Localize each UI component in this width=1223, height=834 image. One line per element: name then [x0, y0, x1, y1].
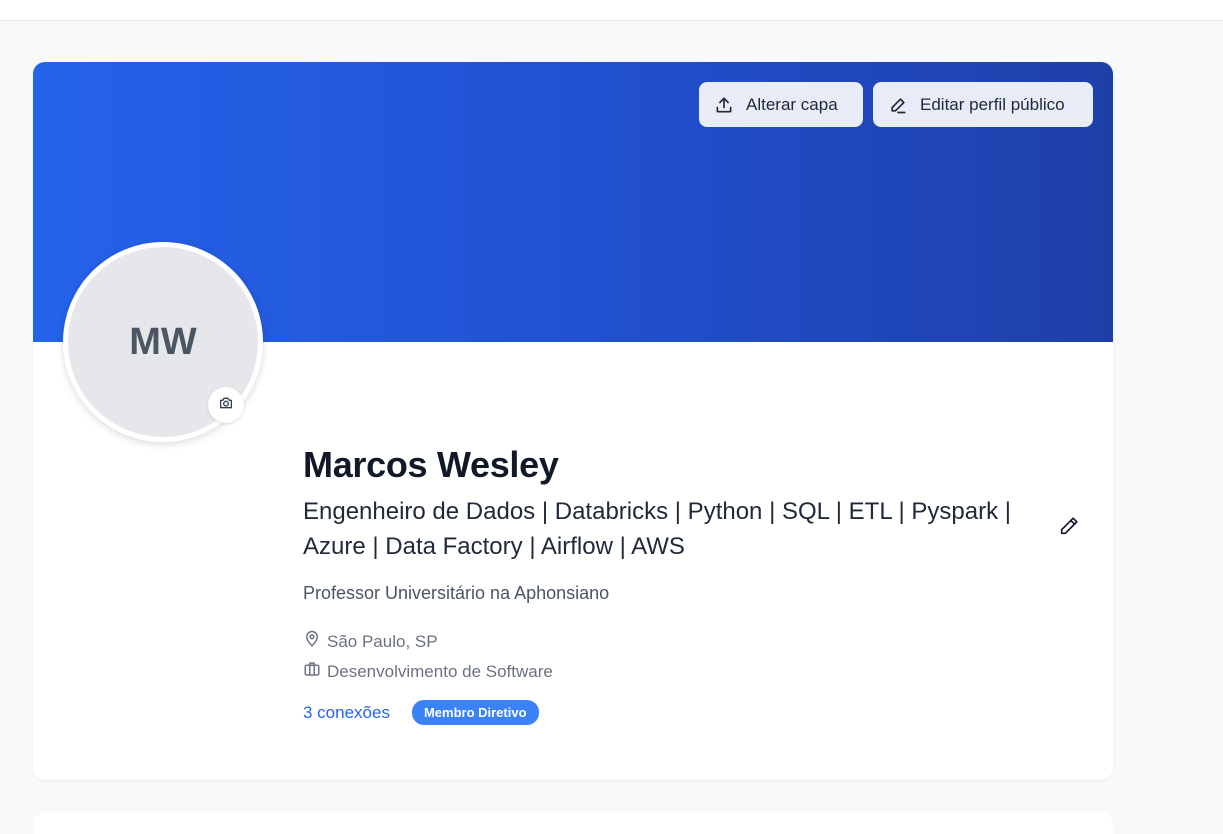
change-cover-label: Alterar capa — [746, 94, 838, 114]
map-pin-icon — [303, 630, 321, 653]
pencil-icon — [888, 95, 908, 115]
next-section-card — [33, 812, 1113, 834]
connections-link[interactable]: 3 conexões — [303, 703, 390, 723]
edit-public-profile-button[interactable]: Editar perfil público — [873, 82, 1093, 127]
top-navigation-bar — [0, 0, 1223, 21]
change-photo-button[interactable] — [208, 387, 244, 423]
profile-industry: Desenvolvimento de Software — [303, 660, 553, 683]
camera-icon — [218, 395, 234, 416]
profile-current-job: Professor Universitário na Aphonsiano — [303, 583, 610, 603]
location-text: São Paulo, SP — [327, 631, 438, 651]
briefcase-icon — [303, 660, 321, 683]
upload-icon — [714, 95, 734, 115]
profile-headline: Engenheiro de Dados | Databricks | Pytho… — [303, 498, 1011, 560]
avatar[interactable]: MW — [63, 242, 263, 442]
profile-card: Alterar capa Editar perfil público MW Ma… — [33, 62, 1113, 780]
profile-name: Marcos Wesley — [303, 444, 559, 485]
edit-public-profile-label: Editar perfil público — [920, 94, 1065, 114]
change-cover-button[interactable]: Alterar capa — [699, 82, 863, 127]
industry-text: Desenvolvimento de Software — [327, 661, 553, 681]
profile-stats-row: 3 conexões Membro Diretivo — [303, 700, 539, 725]
profile-location: São Paulo, SP — [303, 630, 438, 653]
status-badge: Membro Diretivo — [411, 700, 539, 725]
pencil-icon — [1058, 515, 1080, 542]
edit-headline-button[interactable] — [1057, 516, 1081, 540]
